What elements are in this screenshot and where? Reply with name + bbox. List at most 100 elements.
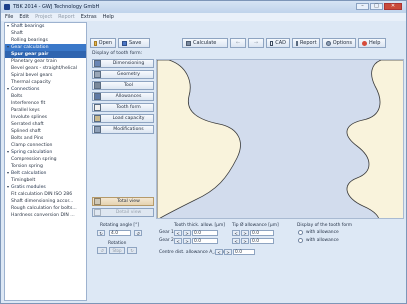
- menu-report[interactable]: Report: [58, 14, 75, 20]
- tree-item[interactable]: Involute splines: [5, 114, 86, 121]
- section-button-tool[interactable]: Tool: [92, 81, 154, 90]
- gear2-tip-decrease-button[interactable]: <: [232, 238, 240, 244]
- options-button[interactable]: Options: [322, 38, 356, 48]
- rotating-angle-field[interactable]: 4.0: [109, 230, 131, 236]
- expand-arrow-icon[interactable]: [7, 87, 9, 90]
- gear2-thick-increase-button[interactable]: >: [183, 238, 191, 244]
- tree-item[interactable]: Spur gear pair: [5, 51, 86, 58]
- angle-increase-button[interactable]: ↺: [134, 230, 142, 236]
- section-button-geometry[interactable]: Geometry: [92, 70, 154, 79]
- gear1-tip-increase-button[interactable]: >: [241, 230, 249, 236]
- expand-arrow-icon[interactable]: [7, 150, 9, 153]
- tree-category[interactable]: Gear calculation: [5, 44, 86, 51]
- gear-2-tooth-profile: [346, 60, 403, 218]
- expand-arrow-icon[interactable]: [7, 171, 9, 174]
- gear1-thick-field[interactable]: 0.0: [192, 230, 218, 236]
- tree-label: Spring calculation: [11, 150, 53, 155]
- tree-item[interactable]: Serrated shaft: [5, 121, 86, 128]
- expand-arrow-icon[interactable]: [7, 24, 9, 27]
- tree-item[interactable]: Interference fit: [5, 100, 86, 107]
- menu-help[interactable]: Help: [103, 14, 114, 20]
- tree-item[interactable]: Torsion spring: [5, 163, 86, 170]
- menu-extras[interactable]: Extras: [81, 14, 97, 20]
- without-allowance-radio[interactable]: [298, 238, 303, 243]
- tree-item[interactable]: Shaft dimensioning accor...: [5, 198, 86, 205]
- options-icon: [326, 40, 331, 46]
- tree-label: Belt calculation: [11, 171, 47, 176]
- tree-item[interactable]: Fit calculation DIN ISO 286: [5, 191, 86, 198]
- section-button-tooth-form[interactable]: Tooth form: [92, 103, 154, 112]
- stop-rotation-button[interactable]: Stop: [109, 247, 125, 254]
- with-allowance-radio[interactable]: [298, 230, 303, 235]
- minimize-button[interactable]: –: [356, 3, 369, 10]
- gear2-tip-increase-button[interactable]: >: [241, 238, 249, 244]
- maximize-button[interactable]: □: [370, 3, 383, 10]
- expand-arrow-icon[interactable]: [7, 45, 9, 48]
- tree-category[interactable]: Belt calculation: [5, 170, 86, 177]
- section-button-load-capacity[interactable]: Load capacity: [92, 114, 154, 123]
- open-button[interactable]: Open: [90, 38, 116, 48]
- close-button[interactable]: ✕: [384, 3, 402, 10]
- rotate-right-button[interactable]: ↻: [127, 247, 137, 254]
- tree-label: Bolts and Pins: [11, 136, 44, 141]
- tree-item[interactable]: Spiral bevel gears: [5, 72, 86, 79]
- menu-project[interactable]: Project: [35, 14, 52, 20]
- centre-allowance-field[interactable]: 0.0: [233, 249, 255, 255]
- tree-item[interactable]: Bolts and Pins: [5, 135, 86, 142]
- section-button-modifications[interactable]: Modifications: [92, 125, 154, 134]
- centre-increase-button[interactable]: >: [224, 249, 232, 255]
- tree-item[interactable]: Clamp connection: [5, 142, 86, 149]
- tree-item[interactable]: Thermal capacity: [5, 79, 86, 86]
- undo-button[interactable]: ←: [230, 38, 246, 48]
- tree-item[interactable]: Bolts: [5, 93, 86, 100]
- tree-category[interactable]: Shaft bearings: [5, 23, 86, 30]
- section-button-label: Dimensioning: [112, 61, 145, 66]
- tree-item[interactable]: Rolling bearings: [5, 37, 86, 44]
- gear1-thick-increase-button[interactable]: >: [183, 230, 191, 236]
- total-view-button[interactable]: Total view: [92, 197, 154, 206]
- tree-category[interactable]: Spring calculation: [5, 149, 86, 156]
- tree-item[interactable]: Parallel keys: [5, 107, 86, 114]
- report-button[interactable]: Report: [292, 38, 320, 48]
- total-view-label: Total view: [117, 199, 140, 204]
- section-button-allowances[interactable]: Allowances: [92, 92, 154, 101]
- menu-edit[interactable]: Edit: [19, 14, 29, 20]
- tree-category[interactable]: Gratis modules: [5, 184, 86, 191]
- section-button-label: Modifications: [113, 127, 144, 132]
- calculate-label: Calculate: [193, 40, 217, 46]
- calculate-button[interactable]: Calculate: [182, 38, 228, 48]
- help-button[interactable]: Help: [358, 38, 386, 48]
- tree-label: Shaft bearings: [11, 24, 45, 29]
- gear1-thick-decrease-button[interactable]: <: [174, 230, 182, 236]
- section-button-dimensioning[interactable]: Dimensioning: [92, 59, 154, 68]
- tree-label: Compression spring: [11, 157, 57, 162]
- display-tooth-form-header: Display of the tooth form: [297, 223, 353, 228]
- tree-item[interactable]: Planetary gear train: [5, 58, 86, 65]
- tree-item[interactable]: Rough calculation for bolts...: [5, 205, 86, 212]
- gear2-tip-field[interactable]: 0.0: [250, 238, 274, 244]
- angle-decrease-button[interactable]: ↻: [97, 230, 105, 236]
- title-bar: TBK 2014 - GWJ Technology GmbH – □ ✕: [1, 1, 406, 13]
- cad-button[interactable]: CAD: [266, 38, 290, 48]
- tree-item[interactable]: Bevel gears - straight/helical: [5, 65, 86, 72]
- tree-category[interactable]: Connections: [5, 86, 86, 93]
- tree-item[interactable]: Hardness conversion DIN ...: [5, 212, 86, 219]
- gear1-tip-decrease-button[interactable]: <: [232, 230, 240, 236]
- gear2-thick-field[interactable]: 0.0: [192, 238, 218, 244]
- expand-arrow-icon[interactable]: [7, 185, 9, 188]
- gear2-thick-decrease-button[interactable]: <: [174, 238, 182, 244]
- menu-file[interactable]: File: [5, 14, 13, 20]
- tree-item[interactable]: Timingbelt: [5, 177, 86, 184]
- centre-decrease-button[interactable]: <: [215, 249, 223, 255]
- rotate-left-button[interactable]: ↺: [97, 247, 107, 254]
- gear1-tip-field[interactable]: 0.0: [250, 230, 274, 236]
- dimensioning-icon: [94, 60, 101, 67]
- tree-item[interactable]: Shaft: [5, 30, 86, 37]
- save-button[interactable]: Save: [118, 38, 150, 48]
- tooth-form-canvas[interactable]: [156, 59, 404, 219]
- gear-mesh-drawing: [157, 60, 403, 218]
- detail-view-button[interactable]: Detail view: [92, 208, 154, 217]
- tree-item[interactable]: Compression spring: [5, 156, 86, 163]
- tree-item[interactable]: Splined shaft: [5, 128, 86, 135]
- redo-button[interactable]: →: [248, 38, 264, 48]
